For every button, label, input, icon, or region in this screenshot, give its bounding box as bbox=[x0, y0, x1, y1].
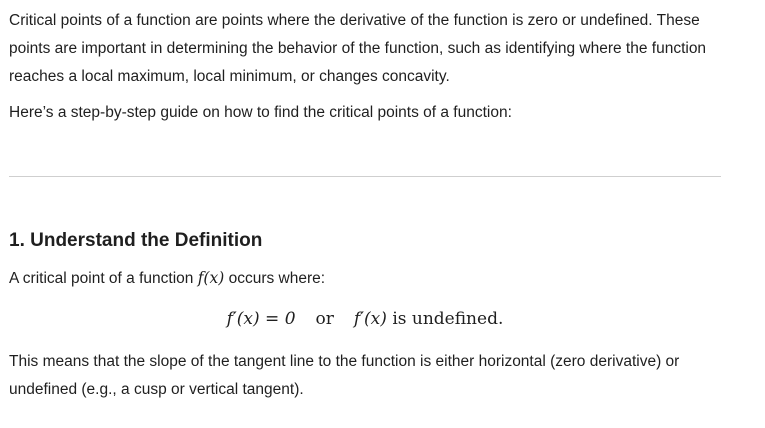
equation-right-text: is undefined. bbox=[392, 309, 504, 329]
equation-or: or bbox=[315, 309, 334, 329]
equation-left: f′(x) = 0 bbox=[226, 309, 296, 329]
inline-math-fx: f(x) bbox=[197, 269, 225, 287]
definition-text-before: A critical point of a function bbox=[9, 270, 198, 287]
equation-right-function: f′(x) bbox=[353, 309, 387, 329]
definition-paragraph: A critical point of a function f(x) occu… bbox=[9, 264, 721, 293]
derivative-equation: f′(x) = 0 or f′(x) is undefined. bbox=[9, 305, 721, 333]
section-heading-definition: 1. Understand the Definition bbox=[9, 230, 263, 251]
guide-paragraph: Here’s a step-by-step guide on how to fi… bbox=[9, 104, 512, 121]
definition-text-after: occurs where: bbox=[224, 270, 326, 287]
section-divider bbox=[9, 176, 721, 177]
slope-paragraph: This means that the slope of the tangent… bbox=[9, 353, 680, 398]
intro-paragraph: Critical points of a function are points… bbox=[9, 12, 707, 85]
